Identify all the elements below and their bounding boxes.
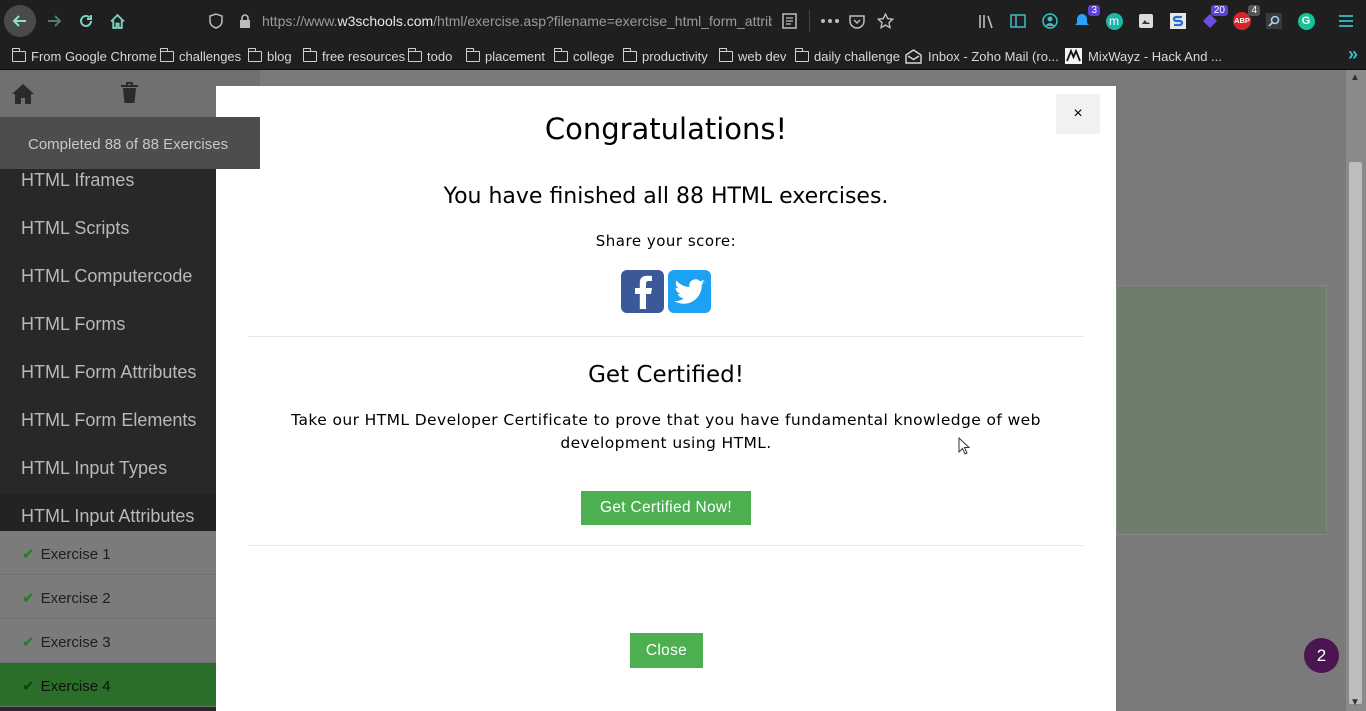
scroll-down-arrow-icon[interactable]: ▼ (1350, 697, 1360, 708)
forward-button[interactable] (38, 5, 70, 37)
url-input[interactable]: https://www.w3schools.com/html/exercise.… (262, 13, 772, 29)
trash-icon[interactable] (120, 82, 139, 104)
menu-icon[interactable] (1336, 11, 1356, 31)
toolbar-divider (809, 10, 810, 32)
sidebar-toggle-icon[interactable] (1008, 11, 1028, 31)
folder-icon (622, 47, 637, 62)
folder-icon (553, 47, 568, 62)
bookmark-college[interactable]: college (553, 47, 614, 65)
reload-icon (80, 14, 92, 27)
checkmark-icon: ✔ (22, 634, 35, 651)
notifications-badge: 3 (1088, 5, 1100, 16)
folder-icon (302, 47, 317, 62)
reader-view-icon[interactable] (779, 11, 799, 31)
folder-icon (247, 47, 262, 62)
media-extension-icon[interactable] (1136, 11, 1156, 31)
notifications-extension-icon[interactable]: 3 (1072, 5, 1100, 31)
account-icon[interactable] (1040, 11, 1060, 31)
back-button[interactable] (4, 5, 36, 37)
home-button[interactable] (101, 5, 133, 37)
get-certified-button[interactable]: Get Certified Now! (581, 491, 751, 525)
chat-bubble-button[interactable]: 2 (1304, 638, 1339, 673)
modal-subtitle: You have finished all 88 HTML exercises. (443, 184, 889, 209)
reload-button[interactable] (70, 5, 102, 37)
modal-title: Congratulations! (544, 112, 788, 146)
m-extension-icon[interactable]: m (1104, 11, 1124, 31)
tabs-extension-icon[interactable]: 20 (1200, 5, 1228, 31)
bookmark-daily-challenge[interactable]: daily challenge (794, 47, 900, 65)
bookmark-web-dev[interactable]: web dev (718, 47, 786, 65)
bookmark-placement[interactable]: placement (465, 47, 545, 65)
checkmark-icon: ✔ (22, 546, 35, 563)
folder-icon (794, 47, 809, 62)
twitter-icon (673, 278, 705, 304)
folder-icon (718, 47, 733, 62)
congratulations-modal: × Congratulations! You have finished all… (216, 86, 1116, 711)
bookmark-todo[interactable]: todo (407, 47, 452, 65)
bookmarks-bar: From Google Chrome challenges blog free … (0, 42, 1366, 70)
page-scrollbar[interactable]: ▲ ▼ (1346, 70, 1366, 711)
close-button[interactable]: Close (630, 633, 703, 668)
arrow-right-icon (48, 15, 62, 27)
share-score-label: Share your score: (595, 232, 737, 250)
certified-heading: Get Certified! (588, 362, 744, 388)
grammarly-icon[interactable]: G (1296, 11, 1316, 31)
bookmark-blog[interactable]: blog (247, 47, 292, 65)
bookmark-free-resources[interactable]: free resources (302, 47, 405, 65)
bookmark-star-icon[interactable] (875, 11, 895, 31)
mixwayz-icon (1065, 48, 1082, 64)
bookmark-productivity[interactable]: productivity (622, 47, 708, 65)
browser-toolbar: https://www.w3schools.com/html/exercise.… (0, 0, 1366, 42)
search-extension-icon[interactable] (1264, 11, 1284, 31)
mouse-cursor-icon (958, 437, 970, 455)
more-actions-icon[interactable] (820, 11, 840, 31)
facebook-icon (634, 275, 652, 309)
divider (248, 336, 1084, 337)
twitter-share-button[interactable] (668, 270, 711, 313)
bookmark-mixwayz[interactable]: MixWayz - Hack And ... (1065, 47, 1222, 65)
adblock-badge: 4 (1248, 5, 1260, 16)
lock-icon[interactable] (235, 11, 255, 31)
bookmark-from-google-chrome[interactable]: From Google Chrome (11, 47, 157, 65)
folder-icon (407, 47, 422, 62)
library-icon[interactable] (976, 11, 996, 31)
exercise-content-panel (1116, 285, 1327, 535)
shield-icon[interactable] (206, 11, 226, 31)
folder-icon (465, 47, 480, 62)
bookmark-zoho-mail[interactable]: Inbox - Zoho Mail (ro... (905, 47, 1059, 65)
folder-icon (159, 47, 174, 62)
bookmarks-overflow-chevron-icon[interactable]: » (1348, 44, 1358, 65)
s-extension-icon[interactable] (1168, 11, 1188, 31)
exercise-progress-bar: Completed 88 of 88 Exercises (0, 117, 260, 169)
facebook-share-button[interactable] (621, 270, 664, 313)
checkmark-icon: ✔ (22, 590, 35, 607)
folder-icon (11, 47, 26, 62)
divider (248, 545, 1084, 546)
mail-icon (905, 48, 922, 64)
bookmark-challenges[interactable]: challenges (159, 47, 241, 65)
chat-count: 2 (1316, 645, 1327, 665)
checkmark-icon: ✔ (22, 678, 35, 695)
tabs-badge: 20 (1210, 5, 1228, 16)
scroll-thumb[interactable] (1349, 162, 1362, 704)
scroll-up-arrow-icon[interactable]: ▲ (1350, 72, 1360, 83)
home-icon (109, 13, 125, 29)
arrow-left-icon (12, 15, 26, 27)
adblock-icon[interactable]: ABP 4 (1232, 5, 1260, 31)
home-icon[interactable] (11, 83, 35, 105)
pocket-icon[interactable] (847, 11, 867, 31)
